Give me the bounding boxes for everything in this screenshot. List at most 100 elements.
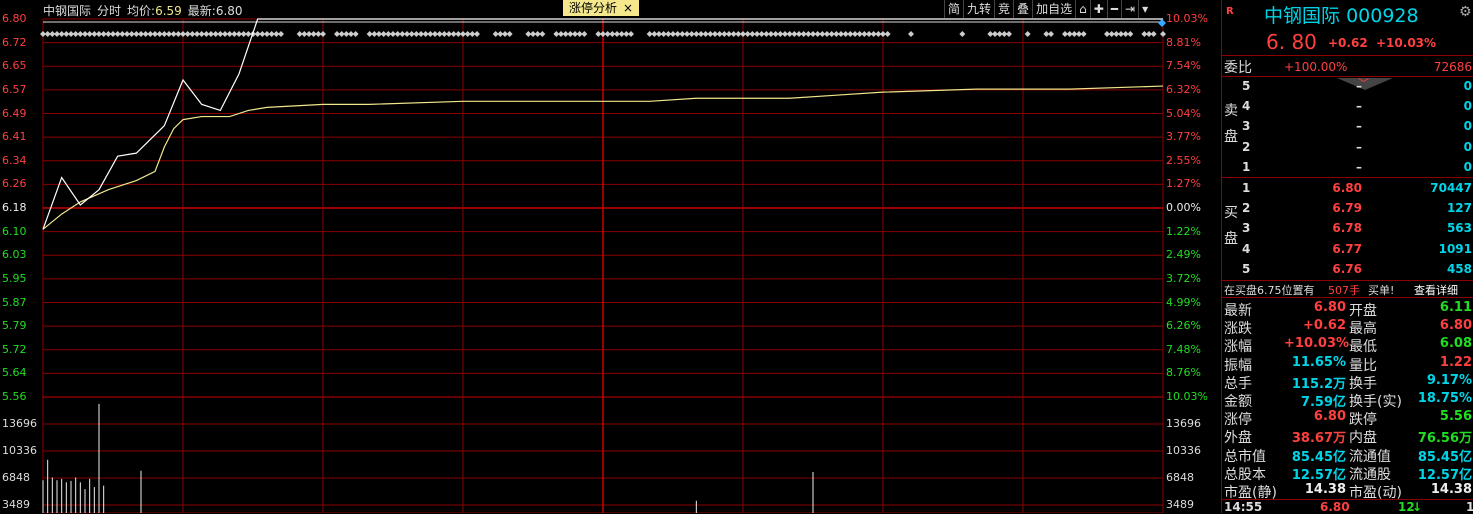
stat-row: 涨跌 +0.62 最高 6.80 xyxy=(1222,318,1473,337)
stat-label: 换手(实) xyxy=(1349,394,1402,410)
level-number: 4 xyxy=(1242,99,1251,114)
limit-marker xyxy=(1048,31,1054,37)
stat-row: 总手 115.2万 换手 9.17% xyxy=(1222,372,1473,392)
toolbar-button[interactable]: ━ xyxy=(1106,0,1121,18)
price-tick-label: 6.26 xyxy=(2,177,27,191)
level-price: 6.77 xyxy=(1332,241,1362,256)
stat-label: 最低 xyxy=(1349,339,1377,356)
toolbar-button[interactable]: 加自选 xyxy=(1032,0,1075,18)
level-price: 6.80 xyxy=(1332,181,1362,195)
chart-canvas[interactable] xyxy=(0,0,1220,513)
sell-level-row[interactable]: 5 – 0 xyxy=(1222,76,1473,96)
stat-value: +10.03% xyxy=(1284,336,1350,352)
order-ratio-label: 委比 xyxy=(1224,60,1252,76)
toolbar-button[interactable]: 叠 xyxy=(1013,0,1032,18)
toolbar-button[interactable]: ⌂ xyxy=(1075,0,1090,18)
stat-row: 总市值 85.45亿 流通值 85.45亿 xyxy=(1222,446,1473,465)
stat-row: 最新 6.80 开盘 6.11 xyxy=(1222,300,1473,319)
percent-tick-label: 8.81% xyxy=(1166,35,1201,49)
order-ratio-diff: 72686 xyxy=(1433,60,1472,74)
volume-tick-label-left: 3489 xyxy=(2,498,30,511)
stat-row: 市盈(静) 14.38 市盈(动) 14.38 xyxy=(1222,482,1473,501)
limit-marker xyxy=(959,31,966,37)
view-details-link[interactable]: 查看详细 xyxy=(1414,282,1458,298)
stat-label: 总手 xyxy=(1224,375,1252,392)
close-icon[interactable]: × xyxy=(623,1,633,15)
sell-level-row[interactable]: 3 – 0 xyxy=(1222,116,1473,136)
intraday-chart[interactable]: 中钢国际 分时 均价:6.59 最新:6.80 涨停分析 × 简九转竞叠加自选 ⌂ ✚ ━ ⇥ ▾… xyxy=(0,0,1220,513)
stat-row: 外盘 38.67万 内盘 76.56万 xyxy=(1222,427,1473,447)
percent-tick-label: 4.99% xyxy=(1166,295,1201,309)
buy-level-row[interactable]: 5 6.76 458 xyxy=(1222,259,1473,279)
stat-row: 总股本 12.57亿 流通股 12.57亿 xyxy=(1222,464,1473,483)
limit-marker xyxy=(1006,31,1012,37)
chart-info: 中钢国际 分时 均价:6.59 最新:6.80 xyxy=(43,2,243,19)
level-price: – xyxy=(1356,119,1362,134)
level-price: 6.76 xyxy=(1332,261,1362,276)
stat-row: 涨停 6.80 跌停 5.56 xyxy=(1222,409,1473,429)
limit-up-analysis-tab[interactable]: 涨停分析 × xyxy=(563,0,640,16)
order-ratio-pct: +100.00% xyxy=(1284,60,1348,74)
stat-value: 85.45亿 xyxy=(1291,449,1346,465)
current-price: 6. 80 xyxy=(1266,30,1317,54)
stat-label: 总市值 xyxy=(1224,448,1266,465)
stat-value: 9.17% xyxy=(1426,372,1472,388)
price-tick-label: 5.79 xyxy=(2,319,27,333)
stat-label: 量比 xyxy=(1349,357,1377,374)
gear-icon[interactable]: ⚙ xyxy=(1459,4,1472,20)
stat-label: 涨停 xyxy=(1224,412,1252,429)
toolbar-button[interactable]: 竞 xyxy=(994,0,1013,18)
toolbar-button[interactable]: ▾ xyxy=(1138,0,1151,18)
stat-value: 6.08 xyxy=(1439,336,1472,352)
stat-value: +0.62 xyxy=(1303,318,1346,334)
limit-marker xyxy=(320,31,326,37)
chart-header: 中钢国际 分时 均价:6.59 最新:6.80 涨停分析 × 简九转竞叠加自选 ⌂ ✚ ━ ⇥ ▾ xyxy=(0,0,1220,19)
notice-text: 在买盘6.75位置有 xyxy=(1224,284,1315,297)
stat-value: 14.38 xyxy=(1304,482,1346,497)
buy-level-row[interactable]: 3 6.78 563 xyxy=(1222,218,1473,238)
sell-level-row[interactable]: 2 – 0 xyxy=(1222,137,1473,157)
price-tick-label: 6.65 xyxy=(2,59,27,73)
sell-level-row[interactable]: 1 – 0 xyxy=(1222,157,1473,177)
stat-value: 6.11 xyxy=(1439,300,1472,315)
percent-tick-label: 1.22% xyxy=(1166,224,1201,238)
stat-value: 5.56 xyxy=(1439,409,1472,425)
stat-label: 外盘 xyxy=(1224,430,1252,447)
stat-value: 85.45亿 xyxy=(1417,449,1472,465)
divider xyxy=(1222,55,1473,56)
sell-level-row[interactable]: 4 – 0 xyxy=(1222,96,1473,116)
limit-marker xyxy=(1150,31,1157,37)
toolbar-button[interactable]: ⇥ xyxy=(1121,0,1138,18)
toolbar-button[interactable]: 简 xyxy=(944,0,963,18)
toolbar-button[interactable]: 九转 xyxy=(963,0,994,18)
price-tick-label: 6.03 xyxy=(2,248,27,262)
price-tick-label: 6.41 xyxy=(2,130,27,144)
stat-value: 12.57亿 xyxy=(1291,467,1346,483)
tick-time: 14:55 xyxy=(1224,500,1263,514)
stat-label: 振幅 xyxy=(1224,357,1252,374)
limit-marker xyxy=(539,31,546,37)
level-number: 2 xyxy=(1242,201,1251,216)
price-tick-label: 5.72 xyxy=(2,342,27,356)
stat-label: 涨幅 xyxy=(1224,339,1252,356)
stat-row: 涨幅 +10.03% 最低 6.08 xyxy=(1222,336,1473,356)
level-quantity: 0 xyxy=(1463,139,1472,154)
buy-level-row[interactable]: 4 6.77 1091 xyxy=(1222,239,1473,259)
stat-value: 11.65% xyxy=(1291,354,1346,370)
latest-value: 6.80 xyxy=(215,4,243,18)
stat-value: 115.2万 xyxy=(1291,376,1346,392)
limit-marker xyxy=(1127,31,1134,37)
limit-marker xyxy=(278,31,284,37)
level-number: 5 xyxy=(1242,79,1251,93)
buy-level-row[interactable]: 1 6.80 70447 xyxy=(1222,178,1473,198)
buy-level-row[interactable]: 2 6.79 127 xyxy=(1222,198,1473,218)
toolbar-button[interactable]: ✚ xyxy=(1089,0,1107,18)
level-price: – xyxy=(1356,139,1362,154)
volume-tick-label-left: 10336 xyxy=(2,444,37,457)
percent-tick-label: 6.26% xyxy=(1166,319,1201,333)
stat-label: 换手 xyxy=(1349,375,1377,392)
level-quantity: 0 xyxy=(1463,119,1472,134)
panel-stock-name: 中钢国际 xyxy=(1264,5,1341,27)
level-price: – xyxy=(1356,79,1362,93)
percent-tick-label: 10.03% xyxy=(1166,12,1208,25)
